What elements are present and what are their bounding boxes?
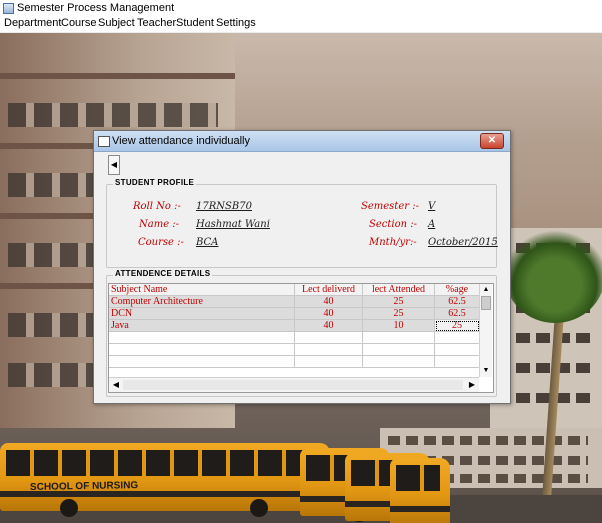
app-icon	[3, 3, 14, 14]
column-header-delivered[interactable]: Lect deliverd	[295, 284, 363, 296]
dialog-titlebar[interactable]: View attendance individually ✕	[94, 131, 510, 152]
menu-department[interactable]: Department	[4, 17, 61, 29]
cell-percentage-selected[interactable]: 25	[435, 320, 480, 332]
roll-label: Roll No :-	[133, 201, 181, 212]
empty-cell[interactable]	[109, 356, 295, 368]
roll-value: 17RNSB70	[196, 201, 252, 212]
attendance-details-heading: ATTENDENCE DETAILS	[113, 269, 213, 278]
vertical-scrollbar[interactable]: ▲ ▼	[479, 284, 492, 377]
name-value: Hashmat Wani	[196, 219, 270, 230]
school-bus	[390, 458, 450, 523]
cell-attended[interactable]: 10	[363, 320, 435, 332]
dialog-title: View attendance individually	[112, 135, 250, 147]
cell-attended[interactable]: 25	[363, 296, 435, 308]
section-value: A	[428, 219, 436, 230]
cell-subject[interactable]: Java	[109, 320, 295, 332]
scroll-left-icon[interactable]: ◀	[110, 379, 122, 391]
window-icon	[98, 136, 110, 147]
empty-cell[interactable]	[363, 344, 435, 356]
cell-percentage[interactable]: 62.5	[435, 296, 480, 308]
menu-subject[interactable]: Subject	[98, 17, 135, 29]
cell-subject[interactable]: DCN	[109, 308, 295, 320]
semester-value: V	[428, 201, 436, 212]
app-titlebar: Semester Process Management	[0, 0, 602, 16]
empty-cell[interactable]	[435, 344, 480, 356]
cell-delivered[interactable]: 40	[295, 308, 363, 320]
empty-cell[interactable]	[435, 356, 480, 368]
student-profile-group: STUDENT PROFILE Roll No :- 17RNSB70 Name…	[106, 178, 498, 268]
empty-cell[interactable]	[363, 332, 435, 344]
horizontal-scrollbar[interactable]: ◀ ▶	[109, 377, 479, 392]
column-header-attended[interactable]: lect Attended	[363, 284, 435, 296]
cell-delivered[interactable]: 40	[295, 296, 363, 308]
column-header-subject[interactable]: Subject Name	[109, 284, 295, 296]
attendance-details-group: ATTENDENCE DETAILS Subject Name Lect del…	[106, 269, 497, 397]
column-header-percentage[interactable]: %age	[435, 284, 480, 296]
empty-cell[interactable]	[295, 332, 363, 344]
back-button[interactable]: ◀	[108, 155, 120, 175]
close-button[interactable]: ✕	[480, 133, 504, 149]
month-year-label: Mnth/yr:-	[369, 237, 417, 248]
empty-cell[interactable]	[435, 332, 480, 344]
bus-lettering: SCHOOL OF NURSING	[29, 480, 139, 493]
empty-cell[interactable]	[295, 356, 363, 368]
empty-cell[interactable]	[109, 332, 295, 344]
vertical-scroll-thumb[interactable]	[481, 296, 491, 310]
month-year-value: October/2015	[428, 237, 498, 248]
palm-leaves	[505, 228, 602, 323]
name-label: Name :-	[139, 219, 180, 230]
empty-cell[interactable]	[363, 356, 435, 368]
empty-cell[interactable]	[109, 344, 295, 356]
horizontal-scroll-thumb[interactable]	[123, 380, 463, 390]
app-title: Semester Process Management	[17, 2, 175, 14]
cell-subject[interactable]: Computer Architecture	[109, 296, 295, 308]
attendance-grid[interactable]: Subject Name Lect deliverd lect Attended…	[108, 283, 494, 393]
section-label: Section :-	[369, 219, 417, 230]
scroll-right-icon[interactable]: ▶	[466, 379, 478, 391]
menu-bar: Department Course Subject Teacher Studen…	[0, 16, 602, 33]
scroll-up-icon[interactable]: ▲	[481, 285, 491, 295]
student-profile-heading: STUDENT PROFILE	[113, 178, 197, 187]
cell-attended[interactable]: 25	[363, 308, 435, 320]
semester-label: Semester :-	[361, 201, 419, 212]
menu-teacher[interactable]: Teacher	[137, 17, 176, 29]
menu-course[interactable]: Course	[61, 17, 96, 29]
attendance-dialog: View attendance individually ✕ ◀ STUDENT…	[93, 130, 511, 404]
menu-student[interactable]: Student	[176, 17, 214, 29]
menu-settings[interactable]: Settings	[216, 17, 256, 29]
school-bus	[0, 443, 330, 517]
course-label: Course :-	[138, 237, 184, 248]
scroll-down-icon[interactable]: ▼	[481, 366, 491, 376]
empty-cell[interactable]	[295, 344, 363, 356]
cell-percentage[interactable]: 62.5	[435, 308, 480, 320]
cell-delivered[interactable]: 40	[295, 320, 363, 332]
course-value: BCA	[196, 237, 219, 248]
